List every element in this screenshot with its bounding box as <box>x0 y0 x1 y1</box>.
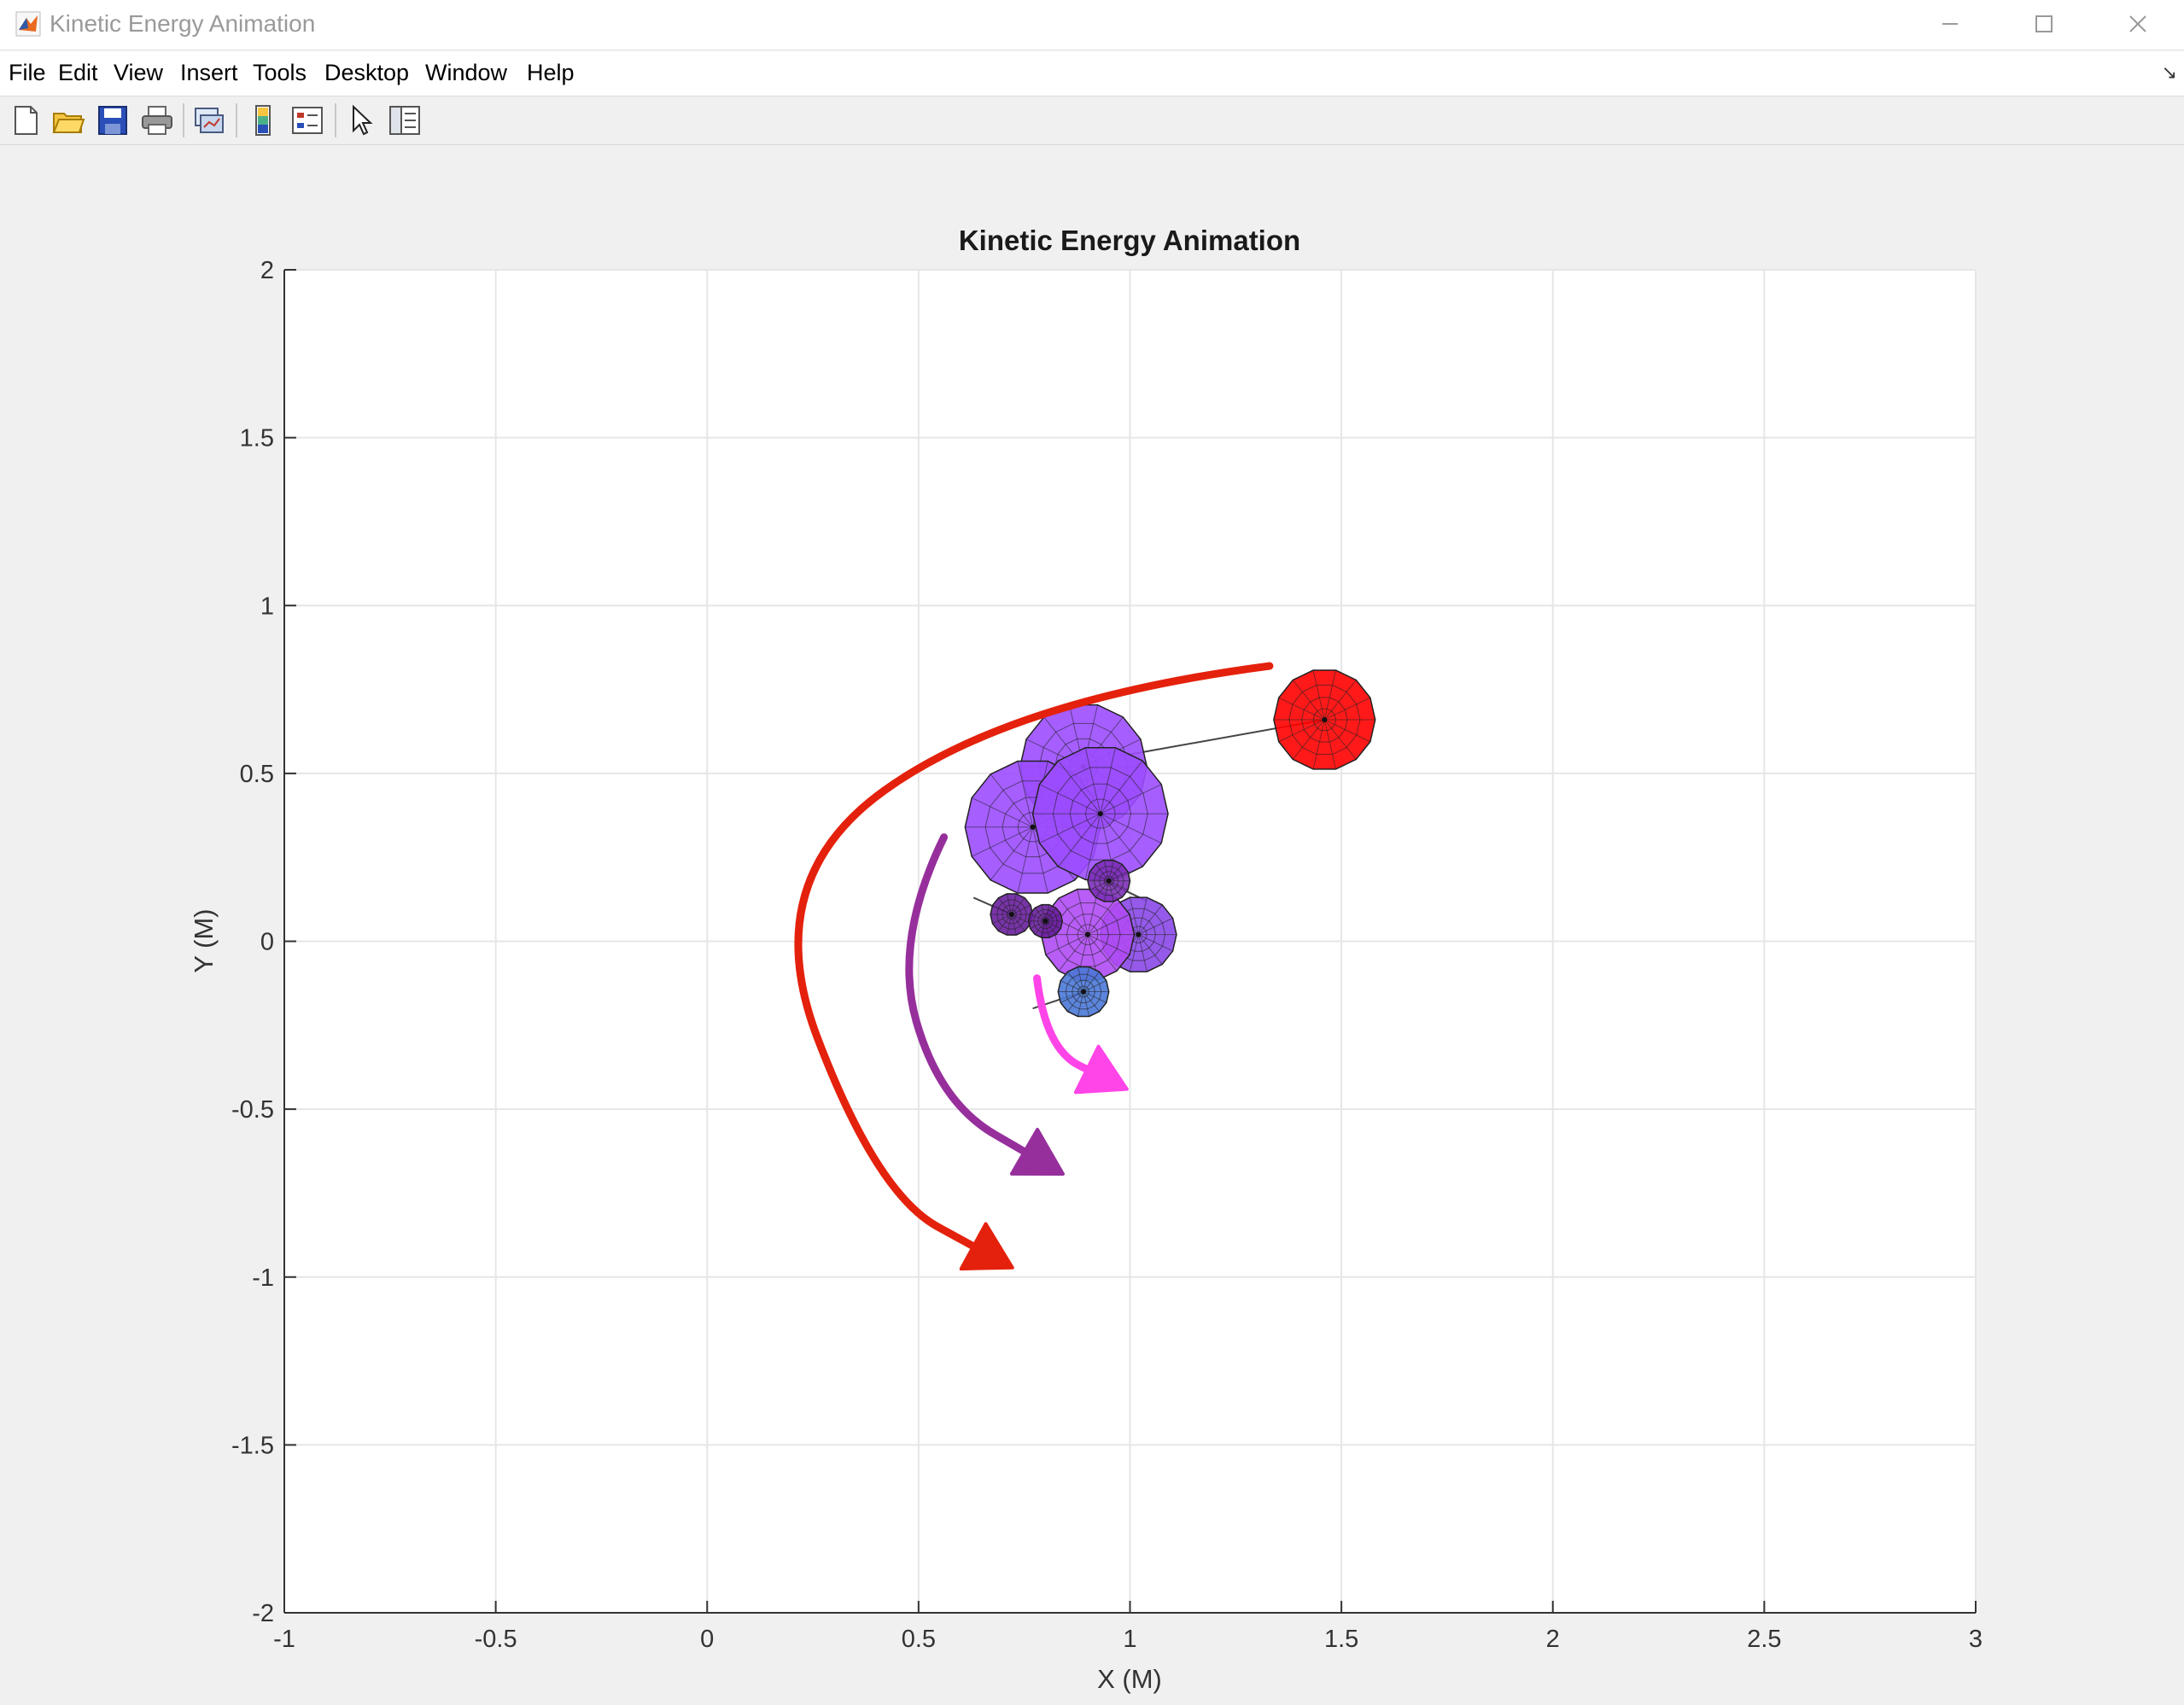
link-plot-icon[interactable] <box>192 103 226 137</box>
y-tick-label: 0 <box>260 929 274 956</box>
new-figure-icon[interactable] <box>9 103 43 137</box>
title-bar: Kinetic Energy Animation <box>0 0 2184 50</box>
y-tick-label: -1 <box>252 1264 274 1292</box>
x-tick-label: -1 <box>273 1626 295 1653</box>
purple-small-1 <box>1087 859 1131 902</box>
body-center <box>1097 811 1103 817</box>
menu-file[interactable]: File <box>9 60 46 86</box>
close-icon[interactable] <box>2092 0 2184 48</box>
menu-insert[interactable]: Insert <box>180 60 238 86</box>
save-icon[interactable] <box>96 103 130 137</box>
x-tick-label: 2.5 <box>1747 1626 1781 1653</box>
menu-window[interactable]: Window <box>425 60 507 86</box>
plot-svg[interactable]: -1 -0.5 0 0.5 1 1.5 2 2.5 3 2 1.5 1 0.5 0 -0.5 -1 -1.5 -2… <box>0 145 2184 1701</box>
blue-small <box>1057 966 1110 1018</box>
x-axis-label: X (M) <box>1097 1664 1162 1694</box>
body-center <box>1106 878 1112 884</box>
x-tick-label: 0.5 <box>902 1626 936 1653</box>
menu-tools[interactable]: Tools <box>253 60 307 86</box>
x-tick-label: 3 <box>1969 1626 1983 1653</box>
y-tick-label: -2 <box>252 1600 274 1627</box>
purple-small-3 <box>1027 903 1064 938</box>
body-center <box>1030 824 1036 830</box>
y-tick-label: 1 <box>260 593 274 620</box>
toolbar-separator <box>335 103 336 137</box>
print-icon[interactable] <box>140 103 174 137</box>
purple-small-2 <box>990 893 1034 936</box>
y-tick-label: -1.5 <box>231 1432 274 1459</box>
figure-toolbar <box>0 96 2184 145</box>
x-tick-label: 1 <box>1123 1626 1136 1653</box>
menu-edit[interactable]: Edit <box>58 60 98 86</box>
y-tick-label: 1.5 <box>240 425 274 453</box>
dock-arrow-icon[interactable]: ↘ <box>2162 61 2177 84</box>
window-title: Kinetic Energy Animation <box>50 10 316 37</box>
edit-plot-icon[interactable] <box>345 103 379 137</box>
y-tick-label: 0.5 <box>240 761 274 788</box>
purple-large-3 <box>1031 747 1169 881</box>
y-tick-label: -0.5 <box>231 1096 274 1124</box>
y-tick-label: 2 <box>260 257 274 284</box>
minimize-icon[interactable] <box>1904 0 1996 48</box>
body-center <box>1042 918 1048 924</box>
y-axis-label: Y (M) <box>189 908 219 972</box>
insert-legend-icon[interactable] <box>290 103 324 137</box>
x-tick-label: 1.5 <box>1324 1626 1358 1653</box>
insert-colorbar-icon[interactable] <box>246 103 280 137</box>
figure-canvas: -1 -0.5 0 0.5 1 1.5 2 2.5 3 2 1.5 1 0.5 0 -0.5 -1 -1.5 -2… <box>0 145 2184 1701</box>
menu-bar: File Edit View Insert Tools Desktop Wind… <box>0 51 2184 96</box>
body-center <box>1322 716 1328 722</box>
body-center <box>1008 912 1014 918</box>
body-center <box>1081 989 1087 995</box>
x-tick-label: 0 <box>700 1626 714 1653</box>
red-body <box>1273 669 1376 770</box>
matlab-app-icon <box>15 11 41 37</box>
x-tick-label: -0.5 <box>475 1626 517 1653</box>
menu-help[interactable]: Help <box>527 60 575 86</box>
x-tick-label: 2 <box>1546 1626 1560 1653</box>
menu-desktop[interactable]: Desktop <box>324 60 409 86</box>
toolbar-separator <box>236 103 237 137</box>
plot-title: Kinetic Energy Animation <box>959 225 1300 256</box>
property-inspector-icon[interactable] <box>388 103 422 137</box>
toolbar-separator <box>183 103 184 137</box>
open-file-icon[interactable] <box>51 103 85 137</box>
maximize-icon[interactable] <box>1998 0 2090 48</box>
body-center <box>1136 931 1142 937</box>
body-center <box>1084 931 1090 937</box>
menu-view[interactable]: View <box>114 60 163 86</box>
